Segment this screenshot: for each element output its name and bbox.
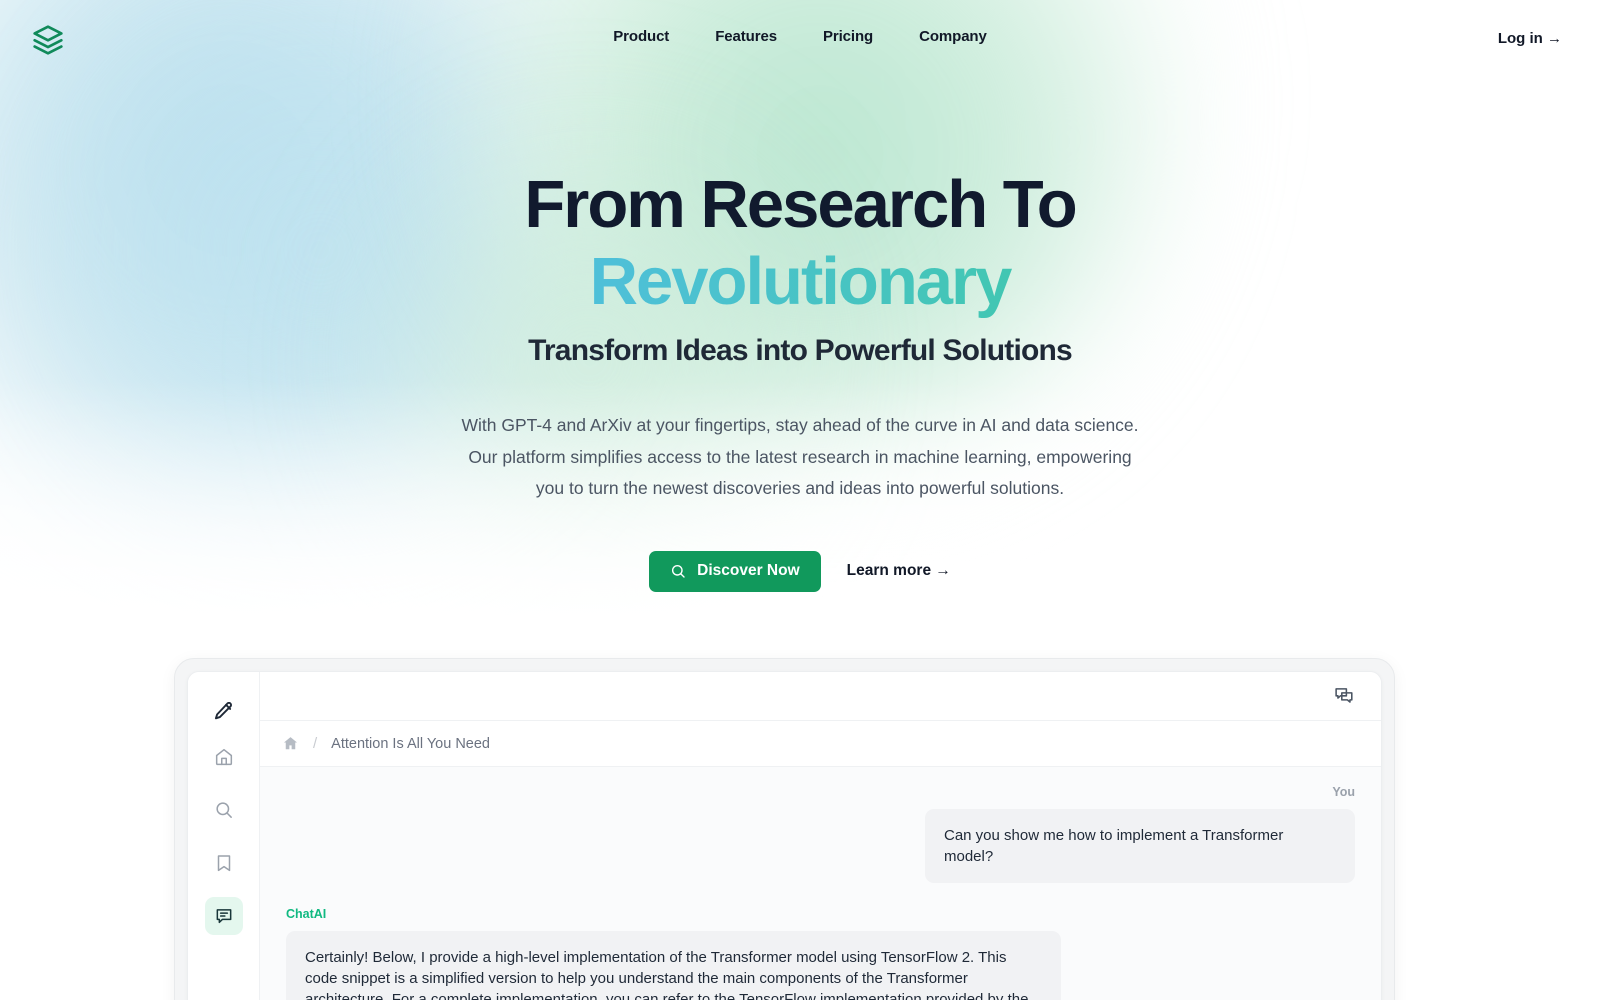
- chat-message-assistant: ChatAI Certainly! Below, I provide a hig…: [286, 907, 1355, 1000]
- nav-link-pricing[interactable]: Pricing: [823, 28, 873, 45]
- compose-button[interactable]: [205, 692, 243, 730]
- page-title: From Research To: [524, 167, 1077, 242]
- breadcrumb-current[interactable]: Attention Is All You Need: [331, 736, 490, 752]
- bookmark-icon: [214, 853, 234, 873]
- app-sidebar: [188, 672, 260, 1000]
- hero-section: From Research To Revolutionary Transform…: [0, 0, 1600, 592]
- home-icon: [214, 747, 234, 767]
- learn-more-link[interactable]: Learn more →: [847, 562, 951, 580]
- chat-message-user: You Can you show me how to implement a T…: [286, 785, 1355, 883]
- pencil-icon: [214, 701, 233, 721]
- message-author: ChatAI: [286, 907, 327, 921]
- chat-thread: You Can you show me how to implement a T…: [260, 767, 1381, 1000]
- hero-cta-row: Discover Now Learn more →: [0, 550, 1600, 592]
- search-icon: [670, 563, 686, 579]
- app-topbar: [260, 672, 1381, 721]
- message-bubble: Can you show me how to implement a Trans…: [925, 809, 1355, 883]
- sidebar-item-bookmarks[interactable]: [205, 844, 243, 882]
- chat-bubble-icon: [214, 906, 234, 926]
- sidebar-item-search[interactable]: [205, 791, 243, 829]
- discover-now-button[interactable]: Discover Now: [649, 550, 821, 592]
- main-navigation: Product Features Pricing Company: [0, 28, 1600, 45]
- hero-paragraph: With GPT-4 and ArXiv at your fingertips,…: [461, 415, 1139, 498]
- search-icon: [214, 800, 234, 820]
- nav-link-features[interactable]: Features: [715, 28, 777, 45]
- app-preview-window: / Attention Is All You Need You Can you …: [187, 671, 1382, 1000]
- login-link[interactable]: Log in →: [1498, 30, 1562, 47]
- landing-page: Product Features Pricing Company Log in …: [0, 0, 1600, 1000]
- message-author: You: [1332, 785, 1355, 799]
- nav-link-product[interactable]: Product: [613, 28, 669, 45]
- message-bubble: Certainly! Below, I provide a high-level…: [286, 931, 1061, 1000]
- site-header: Product Features Pricing Company Log in …: [0, 0, 1600, 78]
- nav-link-company[interactable]: Company: [919, 28, 987, 45]
- breadcrumb-separator: /: [313, 735, 318, 752]
- sidebar-item-home[interactable]: [205, 738, 243, 776]
- app-main: / Attention Is All You Need You Can you …: [260, 672, 1381, 1000]
- breadcrumb: / Attention Is All You Need: [260, 721, 1381, 767]
- home-filled-icon[interactable]: [282, 735, 299, 752]
- app-preview-frame: / Attention Is All You Need You Can you …: [174, 658, 1395, 1000]
- discover-now-label: Discover Now: [697, 562, 800, 579]
- page-title-accent: Revolutionary: [0, 246, 1600, 318]
- hero-subheading: Transform Ideas into Powerful Solutions: [528, 334, 1073, 367]
- chat-bubbles-icon[interactable]: [1333, 685, 1355, 707]
- sidebar-item-chat[interactable]: [204, 897, 243, 935]
